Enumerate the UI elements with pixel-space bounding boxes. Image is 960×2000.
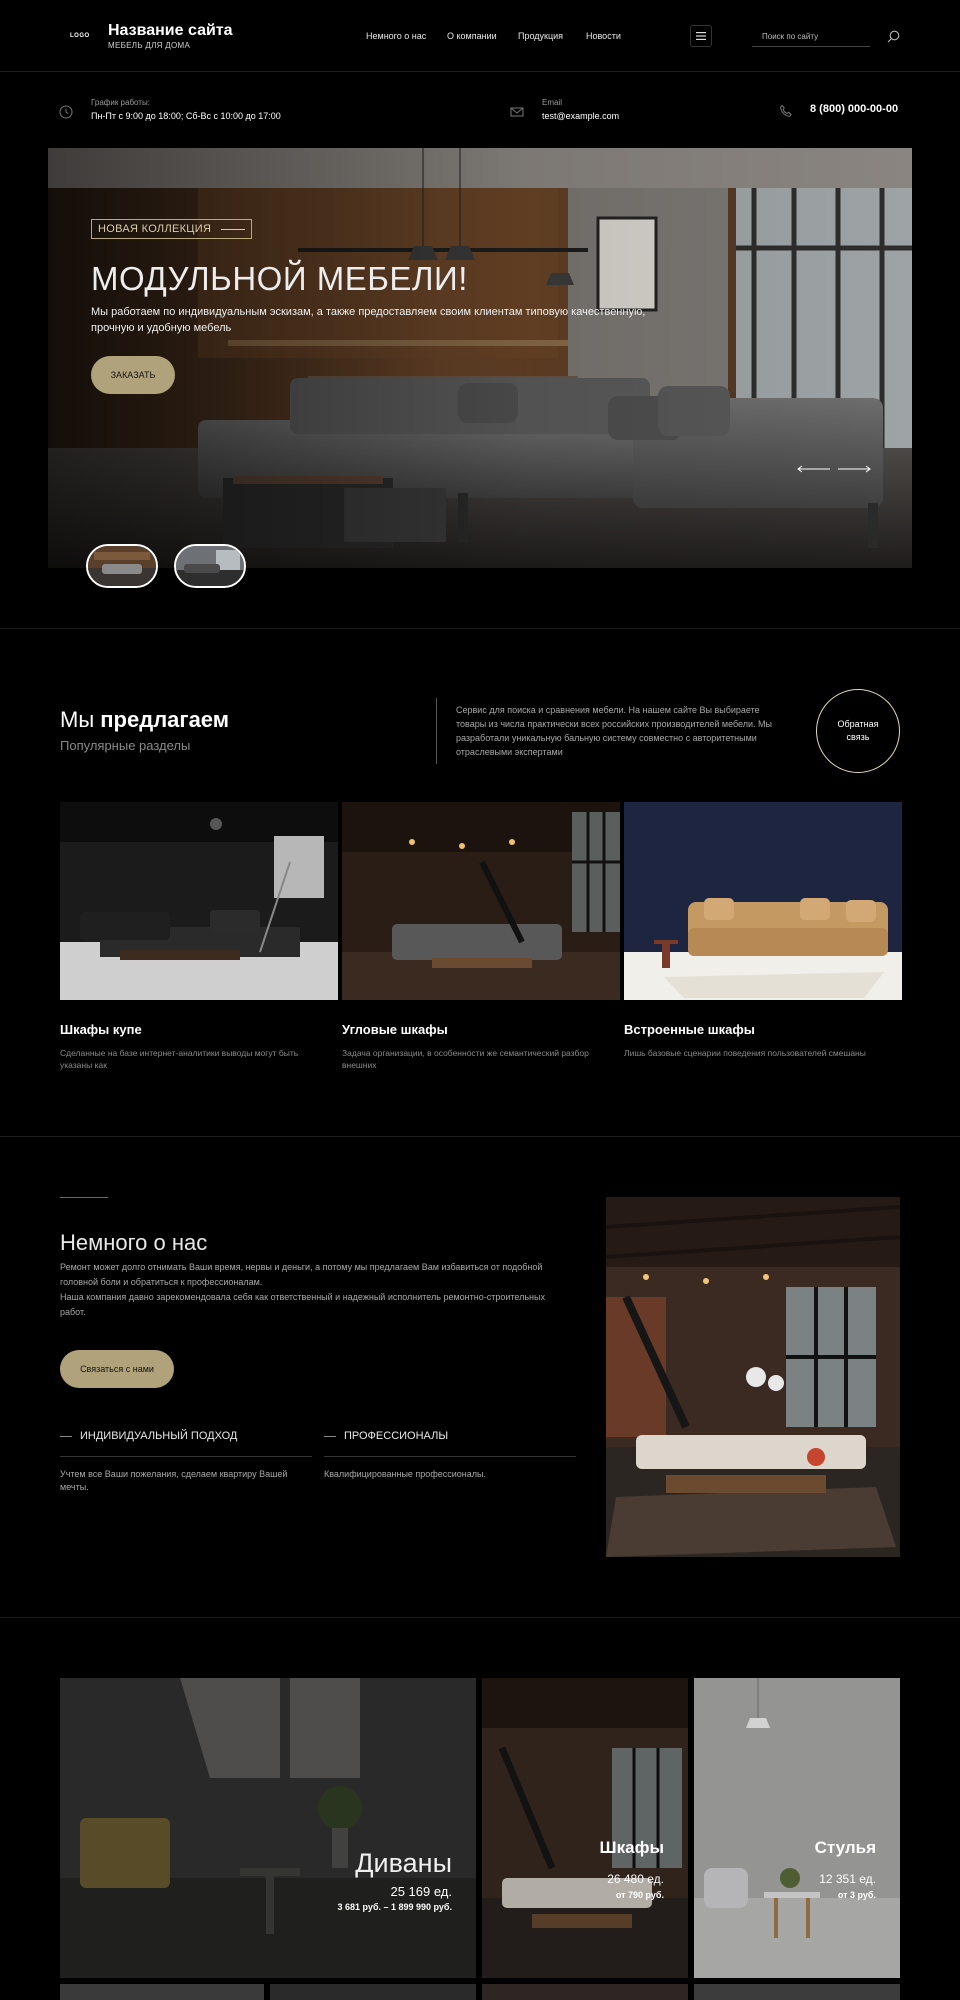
about-title: Немного о нас [60,1230,208,1255]
card-title[interactable]: Встроенные шкафы [624,1022,755,1037]
feature-rule [60,1456,312,1457]
arrow-right-icon[interactable] [838,465,871,473]
hero-text: Мы работаем по индивидуальным эскизам, а… [91,306,646,334]
hero-slider: НОВАЯ КОЛЛЕКЦИЯ МОДУЛЬНОЙ МЕБЕЛИ! Мы раб… [48,148,912,568]
feature-title: ПРОФЕССИОНАЛЫ [324,1430,448,1442]
offer-divider [436,698,437,764]
card-text: Задача организации, в особенности же сем… [342,1048,589,1070]
card-title[interactable]: Шкафы купе [60,1022,142,1037]
nav-news[interactable]: Новости [586,31,621,41]
slider-arrows[interactable] [796,464,872,474]
category-count: 12 351 ед. [819,1872,876,1886]
slider-thumbnail[interactable] [174,544,246,588]
mail-icon [510,107,524,117]
nav-about-us[interactable]: Немного о нас [366,31,426,41]
nav-products[interactable]: Продукция [518,31,563,41]
category-count: 26 480 ед. [607,1872,664,1886]
category-tile-partial[interactable] [694,1984,900,2000]
hamburger-icon [696,32,706,40]
feedback-line2: связь [846,732,870,742]
hero-badge: НОВАЯ КОЛЛЕКЦИЯ [91,219,253,239]
feature-title-text: ПРОФЕССИОНАЛЫ [344,1430,449,1442]
schedule-value: Пн-Пт с 9:00 до 18:00; Сб-Вс с 10:00 до … [91,111,281,121]
feature-title-text: ИНДИВИДУАЛЬНЫЙ ПОДХОД [80,1430,238,1442]
feature-text: Учтем все Ваши пожелания, сделаем кварти… [60,1469,288,1492]
card-text: Сделанные на базе интернет-аналитики выв… [60,1048,299,1070]
hero-badge-label: НОВАЯ КОЛЛЕКЦИЯ [98,223,212,235]
feature-rule [324,1456,576,1457]
category-tile-partial[interactable] [60,1984,264,2000]
schedule-label: График работы: [91,98,150,107]
hero-title: МОДУЛЬНОЙ МЕБЕЛИ! [91,260,468,297]
card-image[interactable] [624,802,902,1000]
living-room-image [60,802,338,1000]
wardrobes-image [482,1678,688,1978]
feature-dash [324,1435,336,1437]
offer-title: Мы предлагаем [60,707,229,733]
section-divider [0,1617,960,1618]
nav-company[interactable]: О компании [447,31,497,41]
about-accent-line [60,1197,108,1198]
site-subtitle: МЕБЕЛЬ ДЛЯ ДОМА [108,41,191,50]
category-tile-partial[interactable] [482,1984,688,2000]
contact-us-button[interactable]: Связаться с нами [60,1350,174,1388]
thumbnail-image [88,546,156,586]
category-price: от 3 руб. [837,1890,876,1900]
category-tile-partial[interactable] [270,1984,476,2000]
loft-interior-image [606,1197,900,1557]
search-input[interactable] [752,26,870,47]
card-title[interactable]: Угловые шкафы [342,1022,448,1037]
category-tile-sofas[interactable]: Диваны 25 169 ед. 3 681 руб. – 1 899 990… [60,1678,476,1978]
logo[interactable]: LOGO [70,33,90,39]
feature-title: ИНДИВИДУАЛЬНЫЙ ПОДХОД [60,1430,237,1442]
card-text: Лишь базовые сценарии поведения пользова… [624,1048,866,1058]
offer-title-light: Мы [60,707,101,732]
site-header: LOGO Название сайта МЕБЕЛЬ ДЛЯ ДОМА Немн… [0,0,960,72]
hero-badge-line [221,228,246,230]
phone-icon [780,104,792,117]
search-icon [887,30,899,42]
card-image[interactable] [60,802,338,1000]
category-name: Диваны [355,1848,452,1878]
offer-subtitle: Популярные разделы [60,738,191,753]
phone-link[interactable]: 8 (800) 000-00-00 [810,103,898,115]
feedback-button[interactable]: Обратная связь [816,689,900,773]
category-count: 25 169 ед. [390,1884,452,1899]
section-divider [0,628,960,629]
order-button[interactable]: ЗАКАЗАТЬ [91,356,175,394]
category-name: Стулья [814,1838,876,1857]
site-title[interactable]: Название сайта [108,22,233,40]
card-image[interactable] [342,802,620,1000]
offer-text: Сервис для поиска и сравнения мебели. На… [456,705,772,757]
email-label: Email [542,98,563,107]
search-button[interactable] [884,27,902,45]
category-tile-wardrobes[interactable]: Шкафы 26 480 ед. от 790 руб. [482,1678,688,1978]
section-divider [0,1136,960,1137]
slider-thumbnail[interactable] [86,544,158,588]
feature-dash [60,1435,72,1437]
thumbnail-image [176,546,244,586]
feature-text: Квалифицированные профессионалы. [324,1469,486,1479]
arrow-left-icon[interactable] [797,465,830,473]
hero-image [48,148,912,568]
category-name: Шкафы [599,1838,664,1857]
loft-room-image [342,802,620,1000]
chairs-image [694,1678,900,1978]
category-price: от 790 руб. [615,1890,664,1900]
category-price: 3 681 руб. – 1 899 990 руб. [337,1902,452,1912]
sofas-image [60,1678,476,1978]
feedback-line1: Обратная [837,719,879,729]
sofa-navy-image [624,802,902,1000]
offer-title-bold: предлагаем [100,707,230,732]
category-tile-chairs[interactable]: Стулья 12 351 ед. от 3 руб. [694,1678,900,1978]
about-image [606,1197,900,1557]
email-link[interactable]: test@example.com [542,111,619,121]
about-text: Ремонт может долго отнимать Ваши время, … [60,1262,545,1317]
menu-button[interactable] [690,25,712,47]
clock-icon [59,105,73,119]
